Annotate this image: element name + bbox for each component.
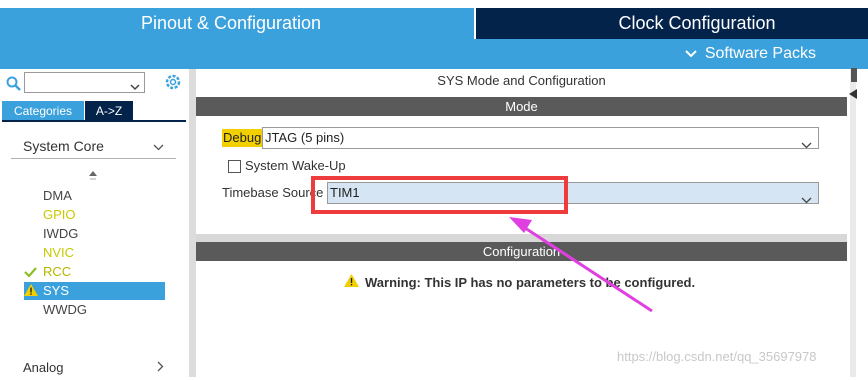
tab-categories[interactable]: Categories: [2, 101, 84, 120]
debug-label: Debug: [222, 129, 263, 147]
scroll-up-icon[interactable]: [851, 68, 857, 87]
highlight-rectangle: [311, 176, 568, 214]
page-title: SYS Mode and Configuration: [437, 73, 606, 88]
chevron-down-icon[interactable]: [130, 78, 140, 96]
category-label: System Core: [23, 137, 104, 154]
list-item-sys[interactable]: SYS: [24, 282, 165, 300]
category-analog[interactable]: Analog: [11, 360, 176, 380]
panel-divider[interactable]: [189, 69, 196, 377]
list-item-label: NVIC: [43, 245, 75, 260]
tab-clock-label: Clock Configuration: [618, 13, 776, 33]
software-packs-menu[interactable]: Software Packs: [685, 39, 816, 69]
category-system-core[interactable]: System Core: [11, 133, 176, 159]
list-item-nvic[interactable]: NVIC: [24, 244, 165, 262]
search-icon[interactable]: [6, 76, 22, 92]
category-label: Analog: [23, 360, 64, 375]
system-wakeup-label: System Wake-Up: [245, 158, 346, 173]
timebase-source-label: Timebase Source: [222, 185, 324, 200]
chevron-down-icon: [801, 190, 812, 210]
chevron-right-icon: [157, 360, 164, 380]
search-input[interactable]: [24, 72, 145, 93]
chevron-down-icon: [153, 138, 164, 154]
gear-icon[interactable]: [164, 73, 182, 96]
list-item-label: DMA: [43, 188, 72, 203]
configuration-header: Configuration: [196, 242, 847, 261]
warning-icon: [24, 283, 43, 301]
tab-pinout-label: Pinout & Configuration: [140, 13, 322, 33]
tab-a-z-label: A->Z: [95, 103, 123, 118]
list-item-label: GPIO: [43, 207, 76, 222]
list-item-iwdg[interactable]: IWDG: [24, 225, 165, 243]
tab-categories-label: Categories: [13, 103, 73, 118]
collapse-left-icon[interactable]: [849, 86, 857, 104]
tab-pinout-configuration[interactable]: Pinout & Configuration: [0, 8, 474, 39]
warning-text: Warning: This IP has no parameters to be…: [365, 274, 696, 290]
warning-message: Warning: This IP has no parameters to be…: [344, 274, 695, 290]
list-item-wwdg[interactable]: WWDG: [24, 301, 165, 319]
list-item-rcc[interactable]: RCC: [24, 263, 165, 281]
mode-header-label: Mode: [505, 99, 538, 114]
system-wakeup-checkbox[interactable]: [228, 160, 241, 173]
list-item-label: IWDG: [43, 226, 79, 241]
sort-icon[interactable]: [89, 170, 97, 188]
list-item-label: SYS: [43, 283, 70, 298]
tab-a-z[interactable]: A->Z: [85, 101, 133, 120]
configuration-header-label: Configuration: [482, 244, 561, 259]
checkmark-icon: [24, 264, 43, 282]
list-item-gpio[interactable]: GPIO: [24, 206, 165, 224]
mode-header: Mode: [196, 97, 847, 116]
debug-select-value: JTAG (5 pins): [265, 130, 345, 145]
tab-clock-configuration[interactable]: Clock Configuration: [476, 8, 868, 39]
warning-icon: [344, 274, 359, 290]
debug-select[interactable]: JTAG (5 pins): [262, 127, 819, 149]
software-packs-label: Software Packs: [704, 45, 816, 62]
watermark: https://blog.csdn.net/qq_35697978: [617, 349, 817, 364]
chevron-down-icon: [685, 50, 697, 58]
chevron-down-icon: [801, 135, 812, 155]
tab-underline: [2, 120, 186, 122]
list-item-dma[interactable]: DMA: [24, 187, 165, 205]
scrollbar-track[interactable]: [850, 69, 856, 377]
list-item-label: RCC: [43, 264, 72, 279]
list-item-label: WWDG: [43, 302, 88, 317]
